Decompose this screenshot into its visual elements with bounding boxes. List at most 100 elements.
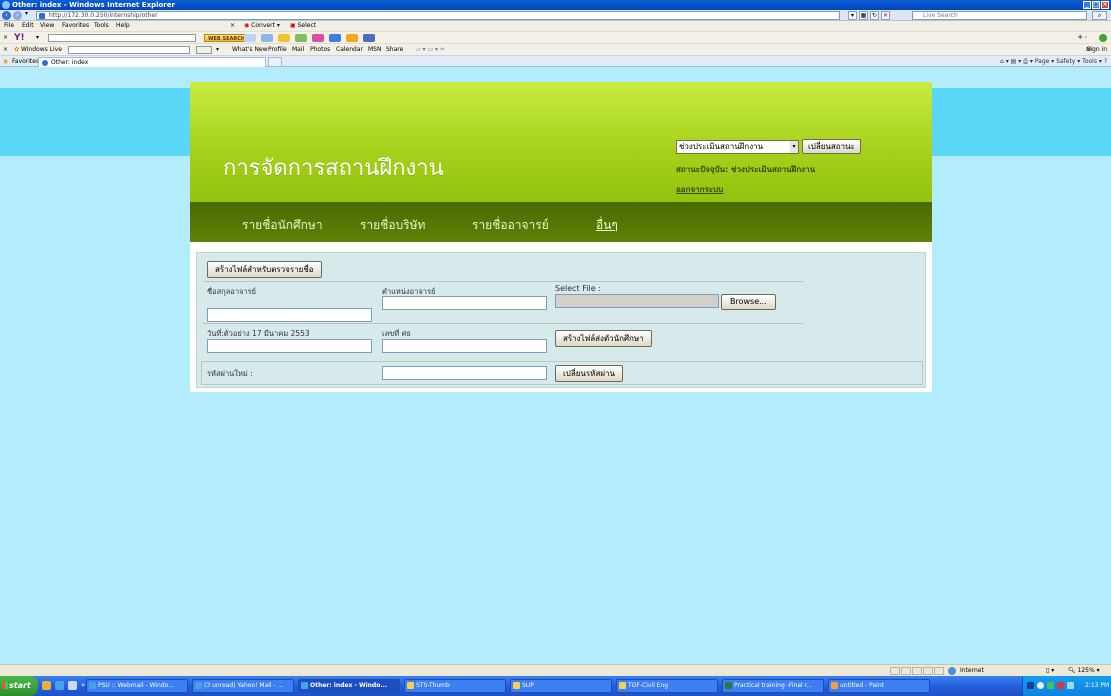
taskbar-sts-thumb[interactable]: STS-Thumb — [404, 679, 506, 693]
taskbar-webmail[interactable]: PSU :: Webmail - Windo... — [86, 679, 188, 693]
music-icon[interactable] — [363, 34, 375, 42]
taskbar-other-index[interactable]: Other: index - Windo... — [298, 679, 400, 693]
teacher-name-input[interactable] — [207, 308, 372, 322]
answers-icon[interactable] — [278, 34, 290, 42]
maximize-button[interactable]: □ — [1092, 1, 1100, 9]
yahoo-logo[interactable]: Y! — [14, 33, 25, 43]
back-button[interactable]: ‹ — [2, 11, 11, 20]
menu-help[interactable]: Help — [116, 21, 130, 31]
close-button[interactable]: × — [1101, 1, 1109, 9]
select-button[interactable]: ▣ Select — [290, 21, 316, 31]
live-search-icon[interactable] — [196, 46, 212, 54]
form-panel: สร้างไฟล์สำหรับตรวจรายชื่อ ชื่อสกุลอาจาร… — [196, 252, 926, 388]
tab-title: Other: index — [51, 59, 89, 66]
current-status-label: สถานะปัจจุบัน: ช่วงประเมินสถานฝึกงาน — [676, 165, 816, 174]
logout-link[interactable]: ออกจากระบบ — [676, 183, 723, 196]
close-toolbar-icon[interactable]: × — [230, 21, 235, 31]
menu-tools[interactable]: Tools — [94, 21, 109, 31]
search-input[interactable]: Live Search — [912, 11, 1087, 20]
command-menus[interactable]: Page ▾ Safety ▾ Tools ▾ — [1035, 58, 1102, 65]
bookmarks-icon[interactable] — [261, 34, 273, 42]
folder-icon — [513, 682, 520, 689]
tray-volume-icon[interactable] — [1067, 682, 1074, 689]
minimize-button[interactable]: _ — [1083, 1, 1091, 9]
stop-icon[interactable]: ✕ — [881, 11, 890, 20]
yahoo-search-input[interactable] — [48, 34, 196, 42]
tray-chevron-icon[interactable] — [1037, 682, 1044, 689]
refresh-icon[interactable]: ↻ — [870, 11, 879, 20]
messenger-icon[interactable] — [312, 34, 324, 42]
nav-teachers[interactable]: รายชื่ออาจารย์ — [472, 216, 549, 235]
browse-button[interactable]: Browse... — [721, 294, 776, 310]
taskbar-label: Practical training -Final r... — [734, 682, 813, 689]
new-password-input[interactable] — [382, 366, 547, 380]
create-checklist-button[interactable]: สร้างไฟล์สำหรับตรวจรายชื่อ — [207, 261, 322, 278]
status-select[interactable]: ช่วงประเมินสถานฝึกงาน ▾ — [676, 140, 799, 154]
compat-view-icon[interactable]: ▦ — [859, 11, 868, 20]
nav-other[interactable]: อื่นๆ — [596, 216, 618, 235]
news-icon[interactable] — [346, 34, 358, 42]
convert-button[interactable]: ◉ Convert ▾ — [244, 21, 280, 31]
quicklaunch-desktop-icon[interactable] — [68, 681, 77, 690]
taskbar-tof-civil[interactable]: TOF-Civil Eng — [616, 679, 718, 693]
favorites-star-icon[interactable]: ★ — [2, 56, 9, 67]
taskbar-yahoo-mail[interactable]: (3 unread) Yahoo! Mail - ... — [192, 679, 294, 693]
change-password-button[interactable]: เปลี่ยนรหัสผ่าน — [555, 365, 623, 382]
history-dropdown-icon[interactable]: ▾ — [25, 10, 28, 17]
taskbar-sup[interactable]: SUP — [510, 679, 612, 693]
quicklaunch-more-icon[interactable]: » — [81, 681, 85, 690]
site-nav: รายชื่อนักศึกษา รายชื่อบริษัท รายชื่ออาจ… — [190, 202, 932, 242]
select-label: Select — [297, 22, 317, 29]
change-status-button[interactable]: เปลี่ยนสถานะ — [802, 139, 861, 154]
start-button[interactable]: start — [0, 676, 38, 696]
live-label: Windows Live — [20, 46, 62, 53]
site-container: การจัดการสถานฝึกงาน ช่วงประเมินสถานฝึกงา… — [190, 82, 932, 422]
favorites-button[interactable]: Favorites — [12, 56, 39, 67]
search-icon[interactable]: ⌕ — [1092, 11, 1107, 20]
address-dropdown-icon[interactable]: ▾ — [848, 11, 857, 20]
windows-flag-icon — [2, 682, 8, 689]
tab-other-index[interactable]: Other: index — [38, 57, 266, 67]
ie-icon — [2, 1, 10, 9]
teacher-position-input[interactable] — [382, 296, 547, 310]
quicklaunch-app-icon[interactable] — [42, 681, 51, 690]
forward-button[interactable]: › — [13, 11, 22, 20]
search-placeholder: Live Search — [923, 12, 958, 19]
menu-edit[interactable]: Edit — [22, 21, 34, 31]
menu-favorites[interactable]: Favorites — [62, 21, 89, 31]
live-flag-icon: ✿ — [14, 46, 20, 53]
tray-lang-icon[interactable] — [1027, 682, 1034, 689]
status-cell — [912, 667, 922, 675]
file-path-input[interactable] — [555, 294, 719, 308]
print-icon[interactable]: ⎙ — [1023, 58, 1028, 65]
quicklaunch-ie-icon[interactable] — [55, 681, 64, 690]
menu-view[interactable]: View — [40, 21, 54, 31]
web-search-button[interactable]: WEB SEARCH — [204, 34, 250, 42]
tray-network-icon[interactable] — [1047, 682, 1054, 689]
taskbar-practical-training[interactable]: Practical training -Final r... — [722, 679, 824, 693]
taskbar-label: untitled - Paint — [840, 682, 884, 689]
tray-antivirus-icon[interactable] — [1057, 682, 1064, 689]
menu-file[interactable]: File — [4, 21, 14, 31]
nav-companies[interactable]: รายชื่อบริษัท — [360, 216, 425, 235]
nav-students[interactable]: รายชื่อนักศึกษา — [242, 216, 323, 235]
create-letter-button[interactable]: สร้างไฟล์ส่งตัวนักศึกษา — [555, 330, 652, 347]
date-input[interactable] — [207, 339, 372, 353]
help-icon[interactable]: ? — [1104, 58, 1107, 65]
games-icon[interactable] — [295, 34, 307, 42]
home-icon[interactable]: ⌂ — [1000, 58, 1004, 65]
settings-icon[interactable] — [1099, 34, 1107, 42]
taskbar-paint[interactable]: untitled - Paint — [828, 679, 930, 693]
mail-icon[interactable] — [329, 34, 341, 42]
ie-icon — [89, 682, 96, 689]
feeds-icon[interactable]: ▤ — [1011, 58, 1017, 65]
taskbar-label: (3 unread) Yahoo! Mail - ... — [204, 682, 284, 689]
highlight-icon[interactable] — [244, 34, 256, 42]
taskbar: start » PSU :: Webmail - Windo... (3 unr… — [0, 676, 1111, 696]
address-input[interactable]: http://172.30.0.250/internship/other — [36, 11, 840, 20]
new-tab-button[interactable] — [268, 57, 282, 67]
tray-clock: 2:13 PM — [1085, 682, 1110, 689]
doc-number-input[interactable] — [382, 339, 547, 353]
site-header: การจัดการสถานฝึกงาน ช่วงประเมินสถานฝึกงา… — [190, 82, 932, 202]
live-search-input[interactable] — [68, 46, 190, 54]
